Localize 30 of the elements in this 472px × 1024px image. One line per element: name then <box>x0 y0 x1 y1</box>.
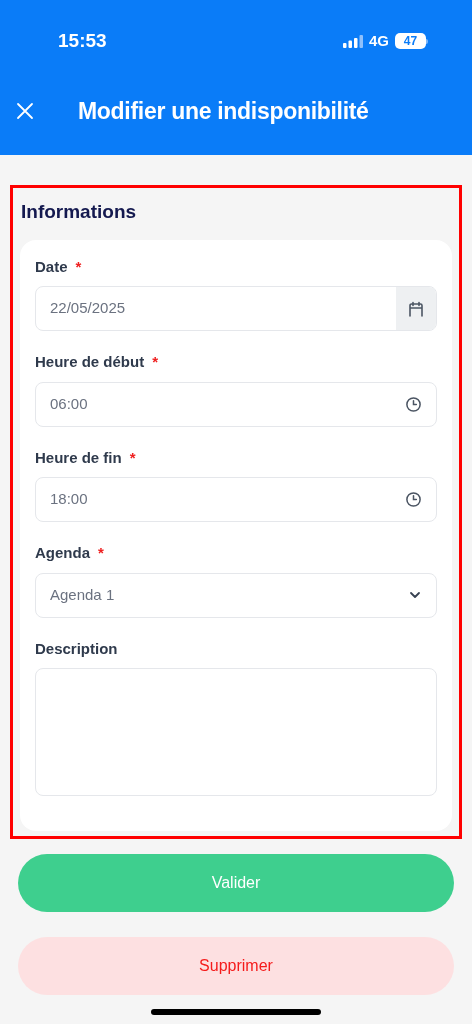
network-label: 4G <box>369 31 389 51</box>
battery-indicator: 47 <box>395 33 428 50</box>
field-value: 22/05/2025 <box>49 298 127 319</box>
section-title: Informations <box>20 200 138 224</box>
date-field[interactable]: 22/05/2025 <box>35 286 437 331</box>
required-asterisk: * <box>152 352 159 372</box>
time-field[interactable]: 18:00 <box>35 477 437 522</box>
delete-button[interactable]: Supprimer <box>18 937 454 995</box>
field-label: Agenda <box>35 543 90 563</box>
required-asterisk: * <box>129 447 136 468</box>
close-icon[interactable] <box>16 101 34 120</box>
required-asterisk: * <box>98 543 104 563</box>
page-title: Modifier une indisponibilité <box>78 96 369 126</box>
field-label: Heure de fin <box>35 447 122 468</box>
clock-icon <box>405 491 422 508</box>
field-value: 18:00 <box>50 489 89 510</box>
required-asterisk: * <box>75 256 82 277</box>
agenda-dropdown[interactable]: Agenda 1 <box>35 572 437 618</box>
clock-icon <box>405 395 422 413</box>
signal-icon <box>343 34 363 48</box>
field-value: Agenda 1 <box>50 584 116 605</box>
time-field[interactable]: 06:00 <box>35 381 437 427</box>
field-label: Heure de début <box>35 352 145 372</box>
calendar-button[interactable] <box>396 287 436 330</box>
description-field[interactable] <box>35 668 437 796</box>
field-value: 06:00 <box>50 393 89 414</box>
field-label: Description <box>35 638 118 659</box>
calendar-icon <box>407 299 425 318</box>
status-time: 15:53 <box>58 29 107 53</box>
field-label: Date <box>35 256 68 277</box>
